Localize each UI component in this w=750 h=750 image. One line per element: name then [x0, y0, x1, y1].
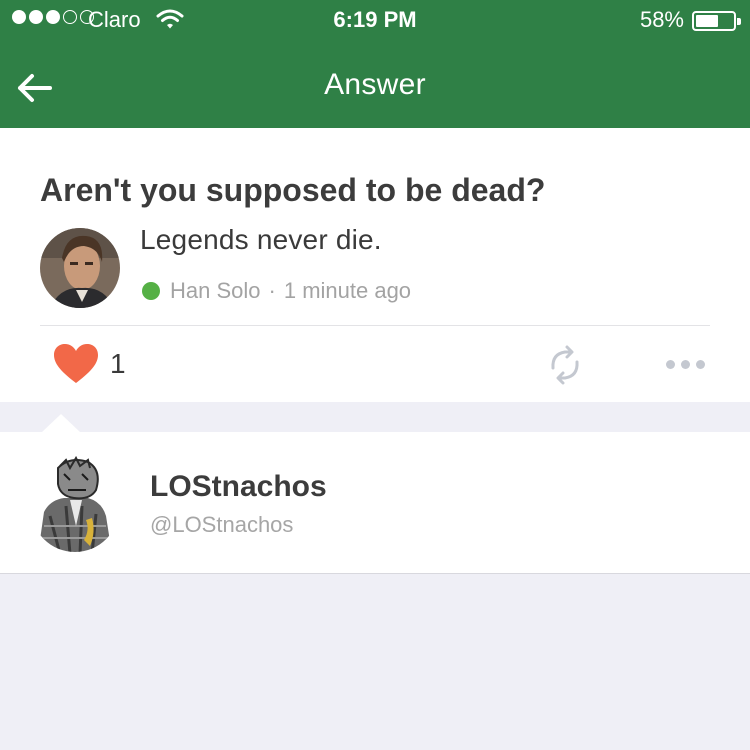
author-name[interactable]: Han Solo — [170, 278, 261, 304]
divider — [40, 325, 710, 326]
answer-text: Legends never die. — [140, 224, 382, 255]
battery-icon — [692, 11, 741, 31]
top-bar: Claro 6:19 PM 58% Answer — [0, 0, 750, 128]
status-bar: Claro 6:19 PM 58% — [0, 0, 750, 40]
user-card[interactable]: LOStnachos @LOStnachos — [0, 432, 750, 574]
answer-card: Aren't you supposed to be dead? Legends … — [0, 128, 750, 402]
card-pointer — [42, 414, 80, 432]
question-text: Aren't you supposed to be dead? — [40, 172, 546, 208]
avatar[interactable] — [30, 456, 120, 554]
page-title: Answer — [324, 68, 426, 101]
online-status-icon — [142, 282, 160, 300]
answer-meta: Han Solo · 1 minute ago — [142, 278, 411, 304]
avatar[interactable] — [40, 228, 120, 308]
battery-percent: 58% — [639, 7, 684, 32]
answer-time: 1 minute ago — [283, 278, 412, 303]
meta-separator: · — [268, 278, 276, 303]
like-count: 1 — [110, 348, 126, 379]
repost-icon[interactable] — [544, 344, 586, 386]
more-dots-icon[interactable] — [666, 360, 705, 369]
status-time: 6:19 PM — [333, 7, 417, 32]
user-name[interactable]: LOStnachos — [150, 470, 327, 504]
heart-icon[interactable] — [52, 343, 100, 385]
user-handle: @LOStnachos — [150, 512, 294, 537]
